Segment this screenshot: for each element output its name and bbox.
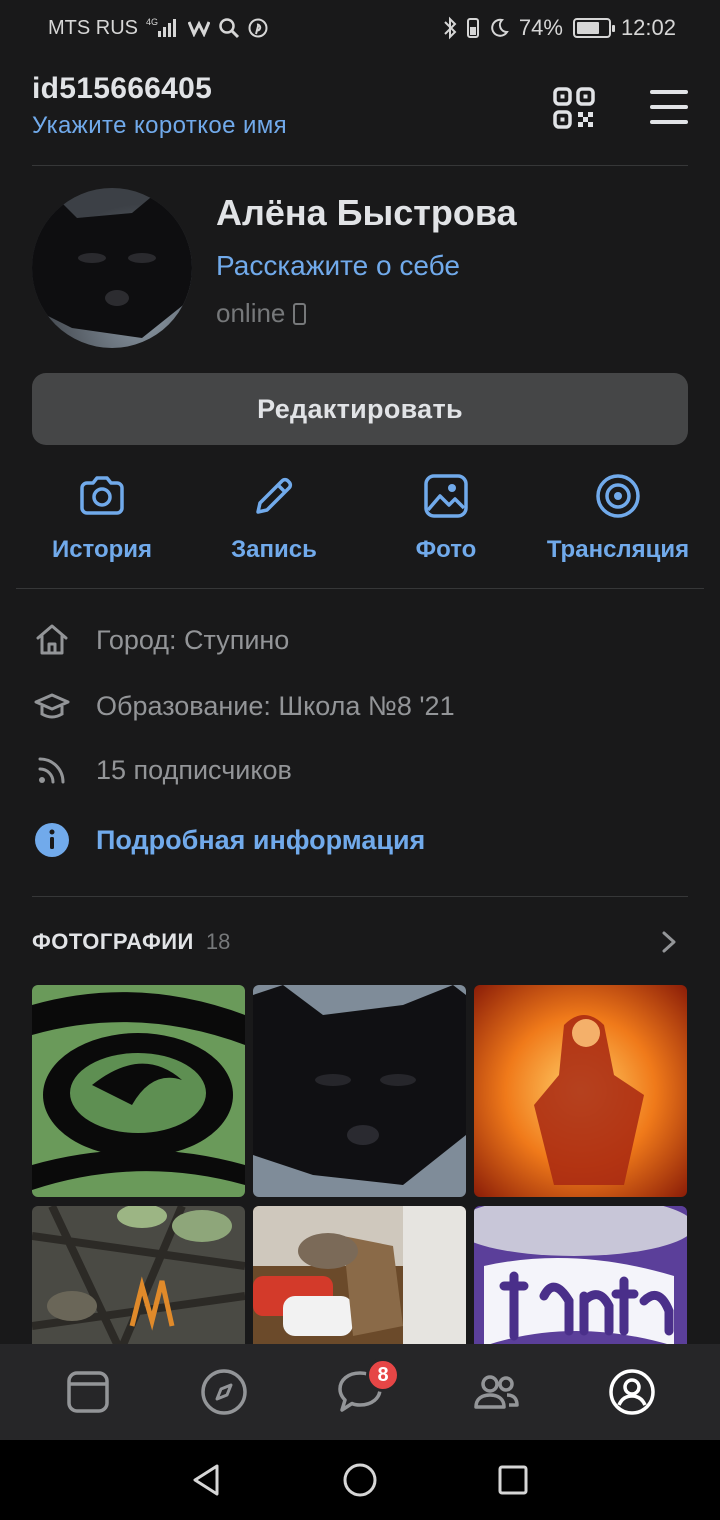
tab-profile[interactable]	[602, 1362, 662, 1422]
moon-icon	[491, 18, 509, 37]
broadcast-icon	[596, 474, 640, 518]
system-navigation-bar	[0, 1440, 720, 1520]
network-type: 4G	[146, 17, 158, 27]
details-link[interactable]: Подробная информация	[96, 825, 425, 856]
compass-icon	[201, 1369, 247, 1415]
pencil-icon	[256, 477, 293, 514]
photo-thumbnail[interactable]	[32, 985, 245, 1197]
tab-feed[interactable]	[58, 1362, 118, 1422]
carrier-label: MTS RUS	[48, 16, 138, 39]
photos-header[interactable]: ФОТОГРАФИИ 18	[32, 926, 688, 958]
bluetooth-icon	[444, 16, 457, 40]
pinterest-icon	[248, 18, 268, 38]
action-broadcast[interactable]: Трансляция	[532, 470, 704, 588]
app-notification-icon	[188, 20, 210, 37]
friends-icon	[474, 1375, 519, 1409]
action-story[interactable]: История	[16, 470, 188, 588]
avatar[interactable]	[32, 188, 192, 348]
profile-info: Алёна Быстрова Расскажите о себе online	[216, 192, 517, 329]
info-followers[interactable]: 15 подписчиков	[32, 750, 292, 790]
profile-name: Алёна Быстрова	[216, 192, 517, 233]
photos-title: ФОТОГРАФИИ	[32, 929, 194, 954]
back-icon[interactable]	[187, 1460, 227, 1500]
status-bar-left: MTS RUS 4G	[48, 17, 268, 40]
battery-fill	[576, 22, 600, 34]
action-story-label: История	[51, 536, 153, 563]
action-post-label: Запись	[231, 536, 317, 563]
photo-thumbnail[interactable]	[253, 985, 466, 1197]
battery-percent: 74%	[518, 15, 563, 40]
battery-icon	[572, 18, 615, 38]
divider	[32, 896, 688, 897]
image-icon	[424, 474, 468, 518]
newsfeed-icon	[67, 1371, 109, 1413]
action-photo[interactable]: Фото	[360, 470, 532, 588]
menu-button[interactable]	[650, 90, 688, 124]
quick-actions: История Запись Фото Трансляция	[16, 470, 704, 589]
graduation-cap-icon	[34, 693, 70, 719]
chevron-right-icon[interactable]	[658, 930, 680, 954]
tab-friends[interactable]	[466, 1362, 526, 1422]
camera-icon	[80, 476, 124, 515]
education-text: Образование: Школа №8 '21	[96, 690, 455, 721]
signal-icon: 4G	[146, 17, 176, 37]
info-details[interactable]: Подробная информация	[32, 820, 425, 860]
profile-icon	[609, 1369, 655, 1415]
vibrate-battery-icon	[466, 18, 479, 38]
qr-code-button[interactable]	[552, 86, 596, 130]
action-photo-label: Фото	[415, 536, 477, 563]
unread-messages-badge: 8	[366, 1358, 400, 1392]
search-notification-icon	[219, 18, 240, 39]
home-circle-icon[interactable]	[340, 1460, 380, 1500]
menu-icon-line	[650, 90, 688, 94]
action-broadcast-label: Трансляция	[546, 536, 690, 563]
tab-messages[interactable]: 8	[330, 1358, 400, 1422]
photo-thumbnail[interactable]	[474, 985, 687, 1197]
tab-discover[interactable]	[194, 1362, 254, 1422]
status-bar: MTS RUS 4G 74% 12:02	[0, 0, 720, 56]
followers-text: 15 подписчиков	[96, 754, 292, 785]
photos-count: 18	[205, 929, 231, 954]
bottom-tab-bar: 8	[0, 1344, 720, 1440]
recents-icon[interactable]	[493, 1460, 533, 1500]
info-icon	[35, 823, 69, 857]
rss-icon	[38, 757, 65, 784]
status-bar-right: 74% 12:02	[443, 15, 676, 41]
black-cat-image	[253, 985, 466, 1197]
edit-profile-button[interactable]: Редактировать	[32, 373, 688, 445]
home-icon	[36, 624, 68, 655]
mobile-phone-icon	[293, 302, 307, 325]
menu-icon-line	[650, 105, 688, 109]
online-status: online	[216, 298, 517, 329]
fire-artwork-image	[474, 985, 687, 1197]
action-post[interactable]: Запись	[188, 470, 360, 588]
avatar-cat-image	[32, 188, 192, 348]
city-text: Город: Ступино	[96, 624, 290, 655]
clock: 12:02	[620, 15, 676, 40]
about-link[interactable]: Расскажите о себе	[216, 250, 517, 282]
green-eye-drawing-image	[32, 985, 245, 1197]
info-city: Город: Ступино	[32, 620, 289, 660]
info-education: Образование: Школа №8 '21	[32, 686, 455, 726]
qr-code-icon	[553, 87, 595, 129]
menu-icon-line	[650, 120, 688, 124]
online-status-text: online	[216, 298, 286, 328]
profile-header: id515666405 Укажите короткое имя	[32, 72, 688, 166]
